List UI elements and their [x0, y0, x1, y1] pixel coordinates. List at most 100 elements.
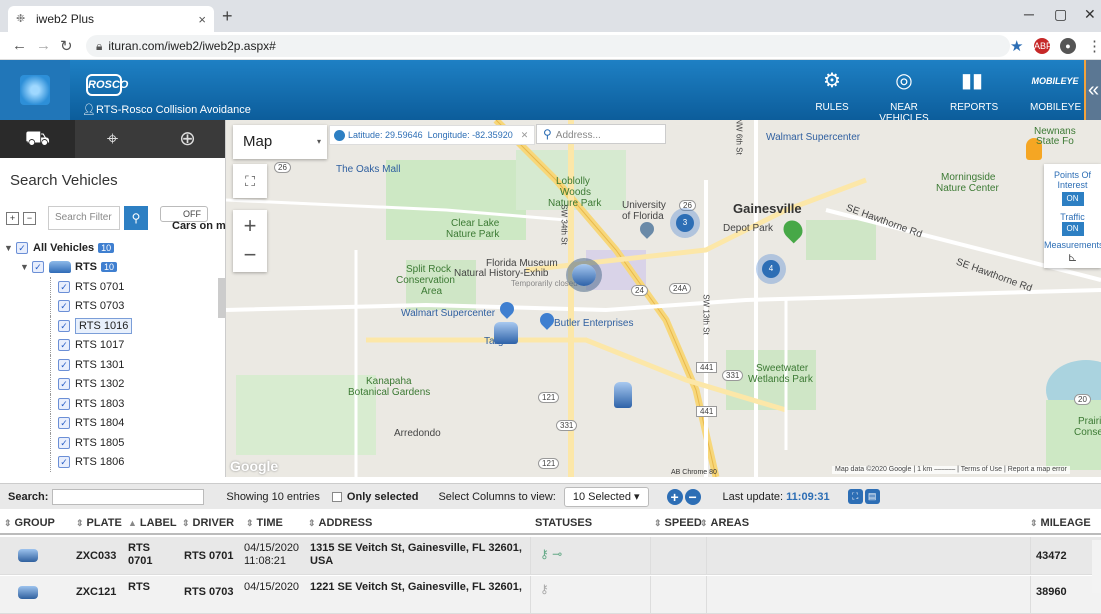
- vehicle-marker-selected[interactable]: [572, 264, 596, 286]
- maximize-icon[interactable]: ▢: [1054, 6, 1067, 23]
- expand-arrow-icon[interactable]: ▼: [4, 243, 16, 253]
- checkbox[interactable]: ✓: [58, 397, 70, 410]
- vehicle-icon: [18, 549, 38, 562]
- tree-vehicle-item[interactable]: ✓ RTS 1016: [4, 316, 214, 336]
- map-type-select[interactable]: Map ▾: [233, 125, 327, 159]
- profile-icon[interactable]: ●: [1060, 38, 1076, 54]
- checkbox[interactable]: [331, 491, 342, 502]
- add-column-button[interactable]: +: [666, 488, 683, 505]
- measure-icon[interactable]: ⊾: [1044, 250, 1101, 264]
- vehicle-cluster[interactable]: 3: [676, 214, 694, 232]
- poi-toggle[interactable]: ON: [1061, 192, 1084, 206]
- collapse-all-icon[interactable]: −: [23, 211, 36, 225]
- col-address[interactable]: ⇕ ADDRESS: [308, 517, 372, 529]
- zoom-in-button[interactable]: +: [233, 210, 267, 241]
- table-scrollbar[interactable]: [1092, 540, 1101, 593]
- checkbox[interactable]: ✓: [58, 339, 70, 352]
- expand-all-icon[interactable]: +: [6, 211, 19, 225]
- map-label: Split Rock: [406, 264, 452, 275]
- remove-column-button[interactable]: −: [684, 488, 701, 505]
- tree-group-rts[interactable]: ▼ ✓ RTS 10: [4, 258, 214, 278]
- vehicle-label: RTS 1806: [75, 456, 125, 469]
- collapse-header-button[interactable]: «: [1084, 60, 1101, 120]
- columns-select[interactable]: 10 Selected ▾: [563, 486, 649, 507]
- checkbox[interactable]: ✓: [58, 300, 70, 313]
- search-button[interactable]: ⚲: [124, 206, 148, 230]
- close-window-icon[interactable]: ✕: [1084, 6, 1096, 23]
- col-mileage[interactable]: ⇕ MILEAGE: [1030, 517, 1091, 529]
- map-label: SW 13th St: [701, 294, 711, 335]
- checkbox[interactable]: ✓: [58, 280, 70, 293]
- google-logo: Google: [230, 458, 279, 474]
- tab-locations[interactable]: ⌖: [75, 120, 150, 158]
- col-driver[interactable]: ⇕ DRIVER: [182, 517, 234, 529]
- tree-all-vehicles[interactable]: ▼ ✓ All Vehicles 10: [4, 238, 214, 258]
- zoom-out-button[interactable]: −: [233, 241, 267, 272]
- menu-icon[interactable]: ⋮: [1087, 37, 1101, 55]
- address-search-input[interactable]: ⚲ Address...: [536, 124, 666, 144]
- expand-arrow-icon[interactable]: ▼: [20, 262, 32, 272]
- bookmark-star-icon[interactable]: ★: [1010, 37, 1023, 55]
- tree-vehicle-item[interactable]: ✓ RTS 1804: [4, 413, 214, 433]
- fullscreen-table-icon[interactable]: ⛶: [847, 489, 863, 504]
- only-selected-checkbox[interactable]: Only selected: [331, 491, 418, 503]
- checkbox[interactable]: ✓: [58, 319, 70, 332]
- col-areas[interactable]: ⇕ AREAS: [700, 517, 749, 529]
- map-attribution[interactable]: Map data ©2020 Google | 1 km ⎯⎯⎯⎯⎯⎯ | Te…: [832, 466, 1070, 474]
- table-row[interactable]: ZXC121 RTS RTS 0703 04/15/2020 1221 SE V…: [0, 576, 1101, 614]
- url-field[interactable]: 🔒︎ ituran.com/iweb2/iweb2p.aspx#: [86, 35, 1010, 57]
- col-plate[interactable]: ⇕ PLATE: [76, 517, 122, 529]
- search-filter-input[interactable]: Search Filter: [48, 206, 120, 230]
- tree-vehicle-item[interactable]: ✓ RTS 1301: [4, 355, 214, 375]
- checkbox[interactable]: ✓: [58, 456, 70, 469]
- tree-vehicle-item[interactable]: ✓ RTS 1017: [4, 335, 214, 355]
- map-label: Conservation: [396, 275, 455, 286]
- app-logo[interactable]: [0, 60, 70, 120]
- clear-coords-icon[interactable]: ✕: [521, 130, 529, 140]
- checkbox[interactable]: ✓: [58, 417, 70, 430]
- minimize-icon[interactable]: ─: [1024, 6, 1034, 22]
- reports-button[interactable]: ▮▮ REPORTS: [950, 66, 998, 113]
- reload-icon[interactable]: ↻: [60, 37, 73, 55]
- new-tab-button[interactable]: +: [222, 6, 233, 27]
- map-label: Walmart Supercenter: [766, 132, 861, 143]
- mobileye-button[interactable]: MOBILEYE MOBILEYE: [1030, 66, 1081, 113]
- col-speed[interactable]: ⇕ SPEED: [654, 517, 702, 529]
- tree-vehicle-item[interactable]: ✓ RTS 0703: [4, 296, 214, 316]
- checkbox[interactable]: ✓: [58, 378, 70, 391]
- near-vehicles-button[interactable]: ◎ NEAR VEHICLES: [866, 66, 942, 124]
- tree-vehicle-item[interactable]: ✓ RTS 1806: [4, 452, 214, 472]
- browser-tab[interactable]: ❉ iweb2 Plus ×: [8, 6, 214, 32]
- fullscreen-button[interactable]: ⛶: [233, 164, 267, 198]
- tree-vehicle-item[interactable]: ✓ RTS 0701: [4, 277, 214, 297]
- col-statuses[interactable]: STATUSES: [535, 517, 592, 529]
- vehicle-marker[interactable]: [494, 322, 518, 344]
- tab-vehicles[interactable]: ⛟: [0, 120, 75, 158]
- rules-button[interactable]: ⚙ RULES: [812, 66, 852, 113]
- close-tab-icon[interactable]: ×: [198, 12, 206, 27]
- tree-vehicle-item[interactable]: ✓ RTS 1805: [4, 433, 214, 453]
- showing-entries: Showing 10 entries: [226, 490, 320, 503]
- table-search-input[interactable]: [52, 488, 205, 505]
- traffic-toggle[interactable]: ON: [1061, 222, 1084, 236]
- tree-vehicle-item[interactable]: ✓ RTS 1302: [4, 374, 214, 394]
- col-label[interactable]: ▲ LABEL: [128, 517, 177, 529]
- back-icon[interactable]: ←: [12, 37, 27, 54]
- globe-search-icon: ⊕: [179, 128, 196, 150]
- tab-search-area[interactable]: ⊕: [150, 120, 225, 158]
- map-view[interactable]: Map ▾ Latitude: 29.59646 Longitude: -82.3…: [226, 120, 1101, 477]
- checkbox[interactable]: ✓: [16, 241, 28, 254]
- export-icon[interactable]: ▤: [864, 489, 880, 504]
- forward-icon[interactable]: →: [36, 37, 51, 54]
- checkbox[interactable]: ✓: [32, 261, 44, 274]
- table-row[interactable]: ZXC033 RTS 0701 RTS 0701 04/15/2020 11:0…: [0, 537, 1101, 575]
- sidebar-scrollbar[interactable]: [218, 278, 225, 318]
- col-time[interactable]: ⇕ TIME: [246, 517, 283, 529]
- tree-vehicle-item[interactable]: ✓ RTS 1803: [4, 394, 214, 414]
- checkbox[interactable]: ✓: [58, 358, 70, 371]
- vehicle-marker[interactable]: [614, 382, 632, 408]
- adblock-icon[interactable]: ABP: [1034, 38, 1052, 54]
- checkbox[interactable]: ✓: [58, 436, 70, 449]
- col-group[interactable]: ⇕ GROUP: [4, 517, 55, 529]
- vehicle-cluster[interactable]: 4: [762, 260, 780, 278]
